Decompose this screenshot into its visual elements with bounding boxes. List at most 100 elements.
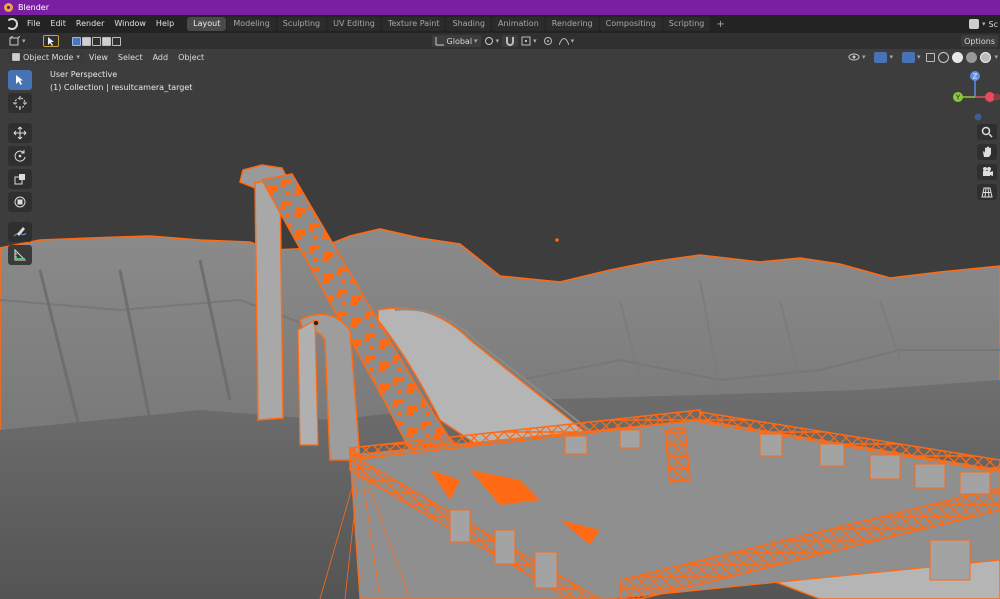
left-toolbar bbox=[8, 70, 32, 265]
chevron-down-icon: ▾ bbox=[474, 37, 478, 45]
tab-layout[interactable]: Layout bbox=[187, 17, 227, 31]
measure-icon bbox=[14, 248, 27, 261]
eye-icon bbox=[848, 53, 860, 61]
ortho-toggle-button[interactable] bbox=[977, 184, 997, 200]
rotate-tool[interactable] bbox=[8, 146, 32, 166]
chevron-down-icon: ▾ bbox=[76, 53, 80, 61]
menu-edit[interactable]: Edit bbox=[45, 15, 71, 33]
tab-texture-paint[interactable]: Texture Paint bbox=[381, 17, 446, 31]
proportional-circle-icon bbox=[543, 37, 552, 45]
add-workspace-button[interactable]: + bbox=[711, 19, 729, 30]
camera-view-icon bbox=[983, 167, 993, 176]
perspective-label: User Perspective bbox=[50, 70, 118, 79]
select-box-icon bbox=[16, 75, 23, 85]
viewport-display-controls: ▾ ▾ ▾ ▾ bbox=[845, 51, 998, 63]
overlays-toggle[interactable]: ▾ bbox=[899, 51, 924, 63]
pivot-icon bbox=[484, 37, 493, 45]
chevron-down-icon: ▾ bbox=[982, 20, 986, 28]
menu-help[interactable]: Help bbox=[151, 15, 179, 33]
magnet-icon bbox=[506, 37, 515, 46]
menu-object[interactable]: Object bbox=[173, 53, 209, 62]
snap-target-dropdown[interactable]: ▾ bbox=[518, 35, 540, 47]
selection-mode-group bbox=[69, 35, 124, 47]
xray-toggle-icon[interactable] bbox=[926, 52, 936, 62]
tab-sculpting[interactable]: Sculpting bbox=[276, 17, 327, 31]
menu-select[interactable]: Select bbox=[113, 53, 148, 62]
select-invert-icon[interactable] bbox=[101, 36, 111, 46]
menu-add[interactable]: Add bbox=[148, 53, 174, 62]
viewport-navigation bbox=[974, 124, 1000, 200]
proportional-editing-toggle[interactable] bbox=[540, 35, 556, 47]
object-mode-icon bbox=[12, 53, 20, 61]
rendered-shading-icon[interactable] bbox=[980, 51, 992, 63]
editor-type-button[interactable]: ▾ bbox=[6, 35, 29, 47]
pivot-point-dropdown[interactable]: ▾ bbox=[481, 35, 503, 47]
solid-shading-icon[interactable] bbox=[952, 51, 964, 63]
chevron-down-icon[interactable]: ▾ bbox=[994, 53, 998, 61]
jump-tower bbox=[254, 177, 284, 421]
options-dropdown[interactable]: Options bbox=[961, 35, 998, 47]
object-mode-dropdown[interactable]: Object Mode ▾ bbox=[8, 51, 84, 63]
select-subtract-icon[interactable] bbox=[91, 36, 101, 46]
visibility-dropdown[interactable]: ▾ bbox=[845, 51, 869, 63]
snap-toggle[interactable] bbox=[502, 35, 519, 47]
move-tool[interactable] bbox=[8, 123, 32, 143]
snap-increment-icon bbox=[521, 36, 531, 46]
viewport-header: Object Mode ▾ View Select Add Object ▾ ▾… bbox=[0, 49, 1000, 65]
workspace-tabs: Layout Modeling Sculpting UV Editing Tex… bbox=[187, 15, 730, 33]
gizmo-y-label: Y bbox=[955, 94, 961, 102]
camera-view-button[interactable] bbox=[977, 164, 997, 180]
truss-tower bbox=[664, 427, 691, 483]
tab-scripting[interactable]: Scripting bbox=[662, 17, 711, 31]
axis-gizmo-icon: Z Y bbox=[953, 71, 1000, 121]
chevron-down-icon: ▾ bbox=[495, 37, 500, 45]
zoom-icon bbox=[981, 126, 993, 138]
gizmo-toggle[interactable]: ▾ bbox=[871, 51, 896, 63]
menu-window[interactable]: Window bbox=[109, 15, 151, 33]
scale-icon bbox=[14, 174, 25, 185]
annotate-tool[interactable] bbox=[8, 222, 32, 242]
object-origin-dot bbox=[313, 320, 319, 326]
select-box-tool[interactable] bbox=[8, 70, 32, 90]
menu-render[interactable]: Render bbox=[71, 15, 109, 33]
title-bar: Blender bbox=[0, 0, 1000, 15]
tab-rendering[interactable]: Rendering bbox=[545, 17, 599, 31]
ortho-grid-icon bbox=[981, 187, 993, 198]
scene-selector[interactable]: ▾ Sc bbox=[969, 17, 1000, 31]
cursor-icon bbox=[13, 96, 27, 110]
navigation-gizmo[interactable]: Z Y bbox=[950, 70, 1000, 122]
select-tool-toggle[interactable] bbox=[42, 35, 59, 47]
cursor-tool[interactable] bbox=[8, 93, 32, 113]
tab-compositing[interactable]: Compositing bbox=[599, 17, 662, 31]
object-origin-dot bbox=[555, 238, 559, 242]
measure-tool[interactable] bbox=[8, 245, 32, 265]
tab-animation[interactable]: Animation bbox=[491, 17, 545, 31]
tab-uv-editing[interactable]: UV Editing bbox=[327, 17, 381, 31]
select-intersect-icon[interactable] bbox=[111, 36, 121, 46]
menu-view[interactable]: View bbox=[84, 53, 113, 62]
falloff-curve-icon bbox=[558, 38, 569, 46]
material-shading-icon[interactable] bbox=[966, 51, 978, 63]
tab-modeling[interactable]: Modeling bbox=[227, 17, 276, 31]
pan-button[interactable] bbox=[977, 144, 997, 160]
transform-orientation-dropdown[interactable]: Global ▾ bbox=[431, 35, 481, 47]
blender-menu-icon[interactable] bbox=[6, 18, 18, 30]
3d-viewport[interactable] bbox=[0, 49, 1000, 599]
chevron-down-icon: ▾ bbox=[889, 53, 893, 61]
select-extend-icon[interactable] bbox=[81, 36, 91, 46]
tab-shading[interactable]: Shading bbox=[446, 17, 491, 31]
wireframe-shading-icon[interactable] bbox=[938, 51, 950, 63]
viewport-scene bbox=[0, 49, 1000, 599]
proportional-falloff-dropdown[interactable]: ▾ bbox=[556, 35, 578, 47]
pan-hand-icon bbox=[983, 146, 991, 157]
overlays-icon bbox=[901, 51, 915, 63]
select-set-new-icon[interactable] bbox=[71, 36, 81, 46]
chevron-down-icon: ▾ bbox=[570, 37, 575, 45]
annotate-icon bbox=[13, 227, 27, 237]
transform-tool[interactable] bbox=[8, 192, 32, 212]
menu-file[interactable]: File bbox=[22, 15, 45, 33]
zoom-button[interactable] bbox=[977, 124, 997, 140]
scale-tool[interactable] bbox=[8, 169, 32, 189]
tool-header: ▾ Global ▾ ▾ ▾ ▾ Options bbox=[0, 33, 1000, 49]
blender-logo-icon bbox=[4, 3, 13, 12]
